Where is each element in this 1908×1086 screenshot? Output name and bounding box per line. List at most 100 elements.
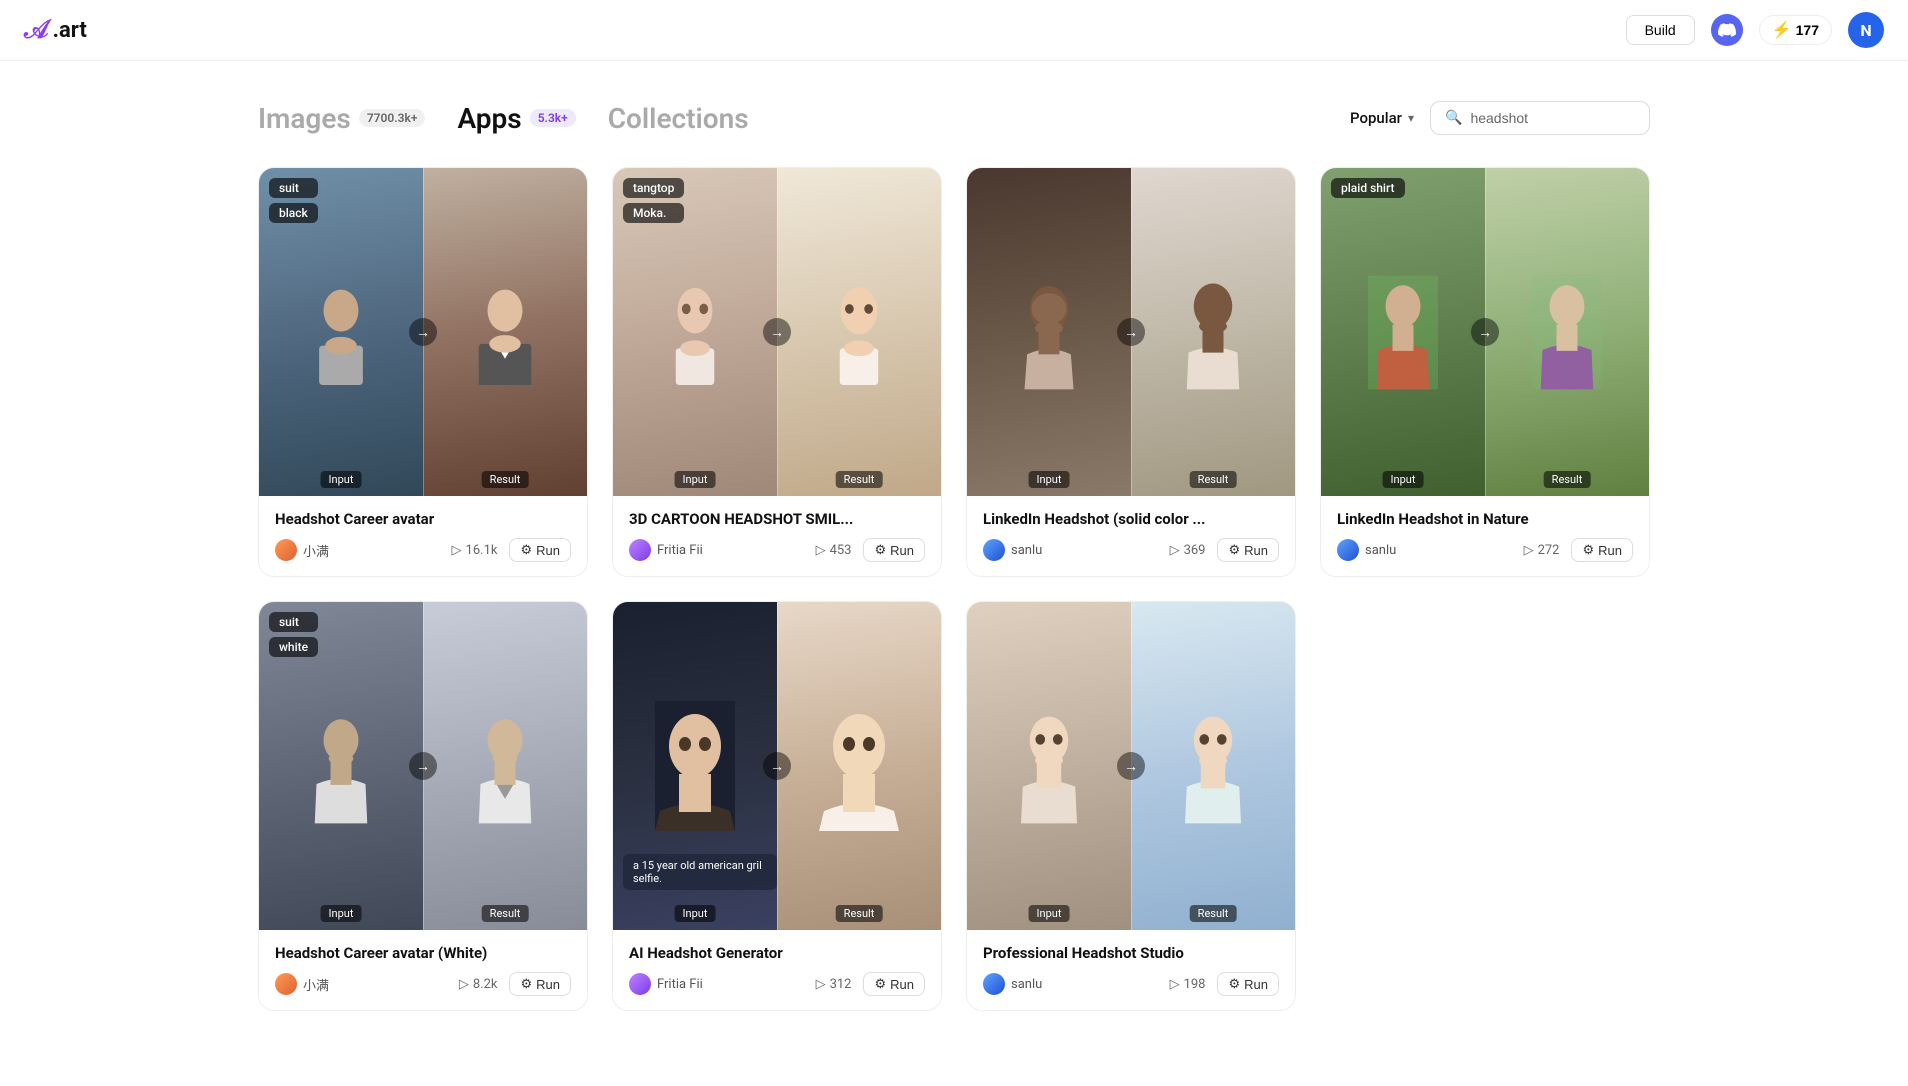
card-1-run-button[interactable]: ⚙ Run [509, 538, 571, 562]
card-4-tag-1: plaid shirt [1331, 178, 1405, 198]
sort-dropdown[interactable]: Popular ▾ [1350, 109, 1414, 127]
card-5-author: 小满 [275, 973, 329, 995]
card-5-run-label: Run [536, 977, 560, 992]
header-actions: Build ⚡ 177 N [1626, 12, 1884, 48]
main-tabs: Images 7700.3k+ Apps 5.3k+ Collections [258, 102, 749, 135]
card-4-author-avatar [1337, 539, 1359, 561]
card-1-meta: 小满 ▷ 16.1k ⚙ Run [275, 538, 571, 562]
card-1-image: suit black Input → [259, 168, 587, 496]
card-1-run-label: Run [536, 543, 560, 558]
card-6-views: ▷ 312 [816, 977, 852, 992]
card-1[interactable]: suit black Input → [258, 167, 588, 577]
card-3-title: LinkedIn Headshot (solid color ... [983, 510, 1279, 528]
card-1-view-count: 16.1k [466, 543, 498, 558]
card-2-author-name: Fritia Fii [657, 543, 703, 558]
card-5-tags: suit white [269, 612, 318, 657]
card-5-stats: ▷ 8.2k ⚙ Run [459, 972, 571, 996]
card-5-author-name: 小满 [303, 975, 329, 994]
credits-wrapper: ⚡ 177 [1759, 15, 1832, 45]
card-7-stats: ▷ 198 ⚙ Run [1170, 972, 1279, 996]
card-7-run-button[interactable]: ⚙ Run [1217, 972, 1279, 996]
card-2-run-button[interactable]: ⚙ Run [863, 538, 925, 562]
card-5-views: ▷ 8.2k [459, 977, 498, 992]
card-1-tag-1: suit [269, 178, 318, 198]
play-icon-5: ▷ [459, 977, 469, 992]
card-4[interactable]: plaid shirt Input → [1320, 167, 1650, 577]
card-4-info: LinkedIn Headshot in Nature sanlu ▷ 272 … [1321, 496, 1649, 576]
card-7-author-name: sanlu [1011, 977, 1042, 992]
card-6-input: a 15 year old american gril selfie. Inpu… [613, 602, 777, 930]
sort-label: Popular [1350, 109, 1402, 127]
card-7-author: sanlu [983, 973, 1042, 995]
card-3-result-label: Result [1190, 471, 1237, 488]
play-icon-2: ▷ [816, 543, 826, 558]
card-1-result: Result [423, 168, 587, 496]
card-6-run-button[interactable]: ⚙ Run [863, 972, 925, 996]
run-icon-6: ⚙ [874, 976, 886, 992]
chevron-down-icon: ▾ [1408, 111, 1414, 125]
cards-grid: suit black Input → [258, 167, 1650, 1011]
card-6[interactable]: a 15 year old american gril selfie. Inpu… [612, 601, 942, 1011]
card-3-info: LinkedIn Headshot (solid color ... sanlu… [967, 496, 1295, 576]
card-1-tags: suit black [269, 178, 318, 223]
card-3-views: ▷ 369 [1170, 543, 1206, 558]
search-input[interactable] [1470, 110, 1635, 126]
card-3-view-count: 369 [1184, 543, 1206, 558]
card-6-info: AI Headshot Generator Fritia Fii ▷ 312 ⚙ [613, 930, 941, 1010]
build-button[interactable]: Build [1626, 15, 1695, 45]
card-2-tag-1: tangtop [623, 178, 684, 198]
card-3-run-button[interactable]: ⚙ Run [1217, 538, 1279, 562]
discord-icon[interactable] [1711, 14, 1743, 46]
card-5-arrow: → [409, 752, 437, 780]
run-icon: ⚙ [520, 542, 532, 558]
card-4-author-name: sanlu [1365, 543, 1396, 558]
card-6-author: Fritia Fii [629, 973, 703, 995]
logo-text: .art [53, 18, 87, 43]
tab-collections[interactable]: Collections [608, 102, 749, 135]
tab-images[interactable]: Images 7700.3k+ [258, 102, 425, 135]
card-5-result: Result [423, 602, 587, 930]
card-6-title: AI Headshot Generator [629, 944, 925, 962]
card-5-tag-1: suit [269, 612, 318, 632]
card-2-result-label: Result [836, 471, 883, 488]
play-icon-4: ▷ [1524, 543, 1534, 558]
card-4-image: plaid shirt Input → [1321, 168, 1649, 496]
card-7-arrow: → [1117, 752, 1145, 780]
card-2-stats: ▷ 453 ⚙ Run [816, 538, 925, 562]
card-2-run-label: Run [890, 543, 914, 558]
card-7-author-avatar [983, 973, 1005, 995]
play-icon-6: ▷ [816, 977, 826, 992]
card-5-tag-2: white [269, 637, 318, 657]
card-5-run-button[interactable]: ⚙ Run [509, 972, 571, 996]
card-3-image: Input → Result [967, 168, 1295, 496]
card-1-author-avatar [275, 539, 297, 561]
card-1-author: 小满 [275, 539, 329, 561]
images-badge: 7700.3k+ [359, 109, 426, 127]
card-5-image: suit white Input → [259, 602, 587, 930]
card-3-meta: sanlu ▷ 369 ⚙ Run [983, 538, 1279, 562]
card-4-title: LinkedIn Headshot in Nature [1337, 510, 1633, 528]
card-4-run-button[interactable]: ⚙ Run [1571, 538, 1633, 562]
card-1-views: ▷ 16.1k [452, 543, 498, 558]
tab-apps[interactable]: Apps 5.3k+ [457, 102, 575, 135]
card-7-views: ▷ 198 [1170, 977, 1206, 992]
credits-button[interactable]: ⚡ 177 [1759, 15, 1832, 45]
logo[interactable]: 𝒜 .art [24, 15, 87, 46]
card-7-meta: sanlu ▷ 198 ⚙ Run [983, 972, 1279, 996]
user-avatar[interactable]: N [1848, 12, 1884, 48]
run-icon-2: ⚙ [874, 542, 886, 558]
card-6-prompt: a 15 year old american gril selfie. [623, 854, 777, 890]
card-3-result: Result [1131, 168, 1295, 496]
card-4-view-count: 272 [1538, 543, 1560, 558]
card-4-result: Result [1485, 168, 1649, 496]
card-6-author-name: Fritia Fii [657, 977, 703, 992]
card-5-input-label: Input [321, 905, 362, 922]
card-4-tags: plaid shirt [1331, 178, 1405, 198]
main-content: Images 7700.3k+ Apps 5.3k+ Collections P… [234, 61, 1674, 1035]
card-2[interactable]: tangtop Moka. Input [612, 167, 942, 577]
card-5-result-label: Result [482, 905, 529, 922]
card-3[interactable]: Input → Result L [966, 167, 1296, 577]
card-7[interactable]: Input → Result [966, 601, 1296, 1011]
card-5[interactable]: suit white Input → [258, 601, 588, 1011]
card-1-title: Headshot Career avatar [275, 510, 571, 528]
